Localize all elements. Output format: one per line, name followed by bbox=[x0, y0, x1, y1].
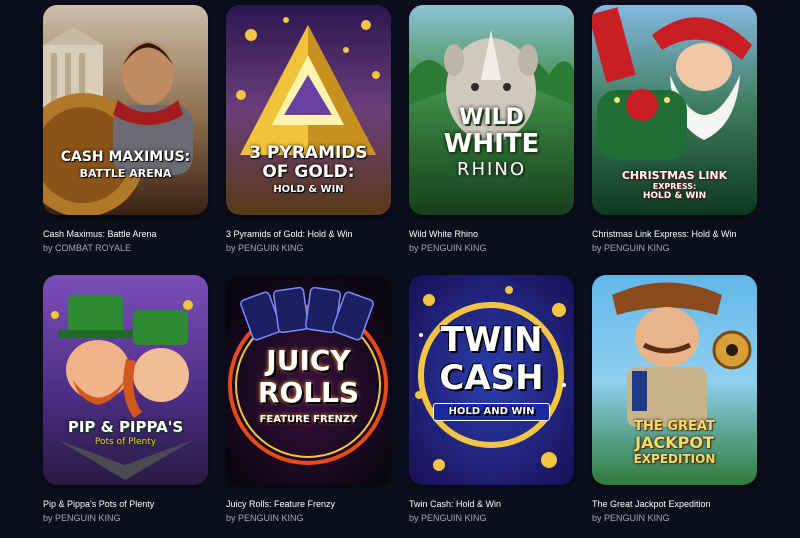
logo-line: EXPRESS: bbox=[652, 182, 697, 191]
logo-line: EXPEDITION bbox=[633, 452, 716, 466]
game-title[interactable]: Juicy Rolls: Feature Frenzy bbox=[226, 499, 391, 510]
game-card-cash-maximus[interactable]: CASH MAXIMUS: BATTLE ARENA Cash Maximus:… bbox=[43, 5, 208, 254]
game-provider: by PENGUIN KING bbox=[43, 513, 121, 523]
logo-line: CASH bbox=[439, 358, 544, 398]
game-logo: CHRISTMAS LINK EXPRESS: HOLD & WIN bbox=[592, 170, 757, 201]
game-logo: CASH MAXIMUS: BATTLE ARENA bbox=[43, 150, 208, 179]
logo-line: TWIN bbox=[440, 320, 543, 360]
game-logo: WILD WHITE RHINO bbox=[409, 107, 574, 179]
logo-line: WILD bbox=[459, 105, 524, 130]
logo-line: RHINO bbox=[457, 159, 526, 180]
game-thumbnail[interactable]: TWIN CASH HOLD AND WIN bbox=[409, 275, 574, 485]
logo-line: HOLD AND WIN bbox=[433, 403, 550, 421]
logo-line: ROLLS bbox=[257, 376, 360, 409]
game-card-3-pyramids[interactable]: 3 PYRAMIDS OF GOLD: HOLD & WIN 3 Pyramid… bbox=[226, 5, 391, 254]
game-grid: CASH MAXIMUS: BATTLE ARENA Cash Maximus:… bbox=[0, 0, 800, 538]
game-provider: by PENGUIN KING bbox=[409, 243, 487, 253]
logo-line: JUICY bbox=[266, 344, 351, 377]
game-card-great-jackpot-expedition[interactable]: THE GREAT JACKPOT EXPEDITION The Great J… bbox=[592, 275, 757, 524]
logo-line: BATTLE ARENA bbox=[79, 167, 172, 180]
game-title[interactable]: Twin Cash: Hold & Win bbox=[409, 499, 574, 510]
logo-line: WHITE bbox=[443, 129, 540, 159]
logo-line: Pots of Plenty bbox=[94, 437, 157, 447]
game-card-christmas-link-express[interactable]: CHRISTMAS LINK EXPRESS: HOLD & WIN Chris… bbox=[592, 5, 757, 254]
logo-line: CASH MAXIMUS: bbox=[60, 149, 191, 165]
game-thumbnail[interactable]: JUICY ROLLS FEATURE FRENZY bbox=[226, 275, 391, 485]
game-card-juicy-rolls[interactable]: JUICY ROLLS FEATURE FRENZY Juicy Rolls: … bbox=[226, 275, 391, 524]
game-card-twin-cash[interactable]: TWIN CASH HOLD AND WIN Twin Cash: Hold &… bbox=[409, 275, 574, 524]
game-provider: by COMBAT ROYALE bbox=[43, 243, 132, 253]
cash-maximus-artwork bbox=[43, 5, 208, 215]
game-title[interactable]: 3 Pyramids of Gold: Hold & Win bbox=[226, 229, 391, 240]
game-thumbnail[interactable]: CHRISTMAS LINK EXPRESS: HOLD & WIN bbox=[592, 5, 757, 215]
game-title[interactable]: Wild White Rhino bbox=[409, 229, 574, 240]
logo-line: CHRISTMAS LINK bbox=[621, 169, 728, 182]
logo-line: FEATURE FRENZY bbox=[259, 414, 358, 425]
game-logo: 3 PYRAMIDS OF GOLD: HOLD & WIN bbox=[226, 145, 391, 195]
game-logo: JUICY ROLLS FEATURE FRENZY bbox=[226, 347, 391, 425]
game-thumbnail[interactable]: CASH MAXIMUS: BATTLE ARENA bbox=[43, 5, 208, 215]
game-card-wild-white-rhino[interactable]: WILD WHITE RHINO Wild White Rhino by PEN… bbox=[409, 5, 574, 254]
logo-line: OF GOLD: bbox=[262, 162, 355, 182]
game-title[interactable]: Cash Maximus: Battle Arena bbox=[43, 229, 208, 240]
game-title[interactable]: The Great Jackpot Expedition bbox=[592, 499, 757, 510]
logo-line: HOLD & WIN bbox=[642, 191, 707, 201]
game-title[interactable]: Christmas Link Express: Hold & Win bbox=[592, 229, 757, 240]
logo-line: THE GREAT bbox=[634, 419, 715, 434]
logo-line: HOLD & WIN bbox=[273, 184, 344, 195]
pip-pippa-artwork bbox=[43, 275, 208, 485]
logo-line: JACKPOT bbox=[635, 433, 714, 452]
game-thumbnail[interactable]: PIP & PIPPA'S Pots of Plenty bbox=[43, 275, 208, 485]
game-thumbnail[interactable]: WILD WHITE RHINO bbox=[409, 5, 574, 215]
game-provider: by PENGUIN KING bbox=[226, 513, 304, 523]
game-provider: by PENGUIN KING bbox=[592, 513, 670, 523]
game-logo: THE GREAT JACKPOT EXPEDITION bbox=[592, 420, 757, 465]
game-card-pip-pippa[interactable]: PIP & PIPPA'S Pots of Plenty Pip & Pippa… bbox=[43, 275, 208, 524]
game-thumbnail[interactable]: 3 PYRAMIDS OF GOLD: HOLD & WIN bbox=[226, 5, 391, 215]
game-thumbnail[interactable]: THE GREAT JACKPOT EXPEDITION bbox=[592, 275, 757, 485]
game-provider: by PENGUIN KING bbox=[409, 513, 487, 523]
game-logo: PIP & PIPPA'S Pots of Plenty bbox=[43, 420, 208, 447]
logo-line: PIP & PIPPA'S bbox=[67, 418, 184, 436]
game-provider: by PENGUIN KING bbox=[226, 243, 304, 253]
game-title[interactable]: Pip & Pippa's Pots of Plenty bbox=[43, 499, 208, 510]
game-provider: by PENGUIN KING bbox=[592, 243, 670, 253]
logo-line: 3 PYRAMIDS bbox=[249, 143, 368, 163]
game-logo: TWIN CASH HOLD AND WIN bbox=[409, 323, 574, 421]
